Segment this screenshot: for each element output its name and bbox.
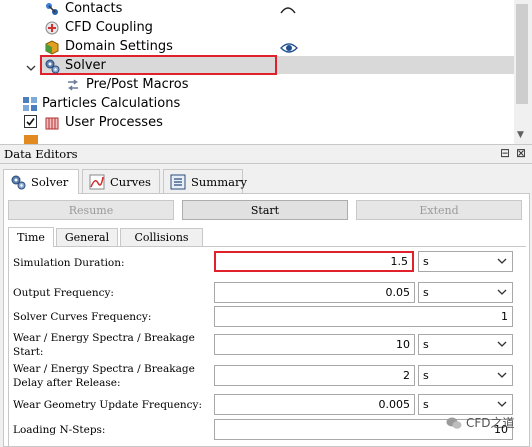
solver-curves-frequency-input[interactable]: 1 [214, 306, 513, 327]
wear-geometry-update-frequency-label: Wear Geometry Update Frequency: [13, 399, 203, 411]
project-tree: Contacts CFD Coupling Domain Settings So… [0, 0, 514, 144]
chevron-down-icon [497, 289, 507, 295]
output-frequency-unit-select[interactable]: s [418, 282, 513, 303]
domain-settings-icon [44, 39, 60, 55]
resume-button[interactable]: Resume [8, 200, 174, 220]
selection-band [277, 56, 514, 74]
scroll-down-icon[interactable]: ▼ [517, 130, 524, 140]
solver-gear-icon [44, 58, 60, 74]
summary-list-icon [170, 174, 186, 190]
tab-solver[interactable]: Solver [3, 169, 79, 194]
tab-curves[interactable]: Curves [82, 169, 160, 193]
subtab-time[interactable]: Time [8, 227, 54, 247]
tree-item-contacts[interactable]: Contacts [44, 0, 122, 18]
collapse-chevron-icon[interactable] [25, 59, 37, 71]
data-editors-title: Data Editors [4, 147, 78, 161]
tree-item-solver[interactable]: Solver [44, 56, 106, 75]
wear-spectra-delay-unit-select[interactable]: s [418, 365, 513, 386]
start-button[interactable]: Start [182, 200, 348, 220]
output-frequency-input[interactable]: 0.05 [214, 282, 415, 303]
chevron-down-icon [497, 341, 507, 347]
output-frequency-label: Output Frequency: [13, 287, 114, 299]
tree-item-domain-settings[interactable]: Domain Settings [44, 37, 173, 56]
user-processes-checkbox[interactable] [24, 115, 37, 128]
contacts-icon [44, 1, 60, 17]
wechat-logo-icon [446, 416, 462, 430]
visibility-eye-icon[interactable] [280, 39, 298, 53]
curves-chart-icon [89, 174, 105, 190]
solver-gear-icon [10, 174, 26, 190]
tree-scrollbar[interactable]: ▼ [514, 0, 532, 144]
tree-item-pre-post-macros[interactable]: Pre/Post Macros [65, 75, 189, 94]
wear-spectra-start-unit-select[interactable]: s [418, 334, 513, 355]
wear-geometry-update-frequency-input[interactable]: 0.005 [214, 394, 415, 415]
wear-spectra-start-label: Wear / Energy Spectra / Breakage Start: [13, 332, 195, 358]
close-window-icon[interactable]: ⊠ [516, 146, 526, 160]
macros-icon [65, 77, 81, 93]
extend-button[interactable]: Extend [356, 200, 522, 220]
chevron-down-icon [497, 401, 507, 407]
cfd-coupling-icon [44, 20, 60, 36]
wear-spectra-delay-input[interactable]: 2 [214, 365, 415, 386]
data-editors-header: Data Editors ⊟ ⊠ [0, 144, 532, 164]
solver-curves-frequency-label: Solver Curves Frequency: [13, 311, 152, 323]
wear-geometry-update-frequency-unit-select[interactable]: s [418, 394, 513, 415]
simulation-duration-input[interactable]: 1.5 [214, 251, 414, 272]
scrollbar-thumb[interactable] [516, 4, 528, 104]
tree-item-particles-calculations[interactable]: Particles Calculations [22, 94, 180, 113]
visibility-toggle-icon[interactable] [280, 2, 296, 14]
wear-spectra-start-input[interactable]: 10 [214, 334, 415, 355]
user-processes-icon [44, 115, 60, 131]
subtab-general[interactable]: General [56, 228, 118, 246]
watermark: CFD之道 [446, 414, 515, 431]
subtab-collisions[interactable]: Collisions [120, 228, 203, 246]
chevron-down-icon [497, 372, 507, 378]
simulation-duration-label: Simulation Duration: [13, 257, 125, 269]
loading-n-steps-label: Loading N-Steps: [13, 424, 106, 436]
chevron-down-icon [497, 258, 507, 264]
partial-tree-icon [24, 135, 38, 144]
tab-summary[interactable]: Summary [163, 169, 247, 193]
simulation-duration-unit-select[interactable]: s [418, 251, 513, 272]
particles-icon [22, 96, 38, 112]
wear-spectra-delay-label: Wear / Energy Spectra / Breakage Delay a… [13, 363, 195, 389]
tree-item-cfd-coupling[interactable]: CFD Coupling [44, 18, 153, 37]
tree-item-user-processes[interactable]: User Processes [44, 113, 163, 132]
float-window-icon[interactable]: ⊟ [500, 146, 510, 160]
